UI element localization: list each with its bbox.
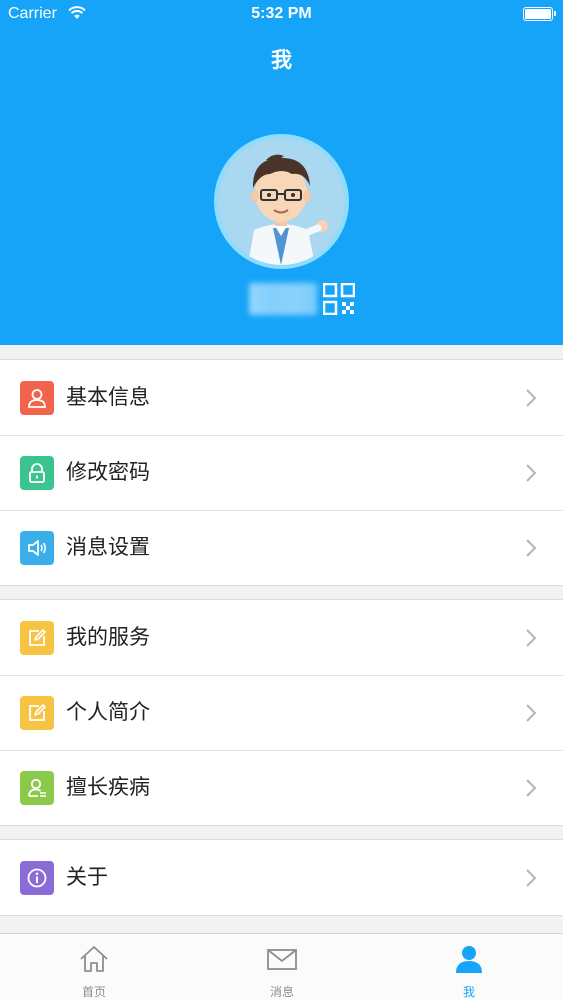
menu-group-services: 我的服务 个人简介 擅长疾病: [0, 599, 563, 826]
username-blurred: [249, 283, 317, 315]
battery-icon: [523, 7, 556, 21]
tab-bar: 首页 消息 我: [0, 933, 563, 1000]
chevron-right-icon: [526, 629, 537, 647]
tab-home[interactable]: 首页: [0, 934, 188, 1000]
menu-label: 关于: [66, 865, 108, 889]
tab-label: 我: [462, 985, 475, 999]
qr-code-icon[interactable]: [323, 283, 355, 315]
home-icon: [80, 946, 108, 972]
chevron-right-icon: [526, 389, 537, 407]
doctor-avatar-illustration: [218, 138, 345, 265]
menu-label: 擅长疾病: [66, 775, 150, 799]
chevron-right-icon: [526, 779, 537, 797]
mail-icon: [267, 949, 297, 970]
tab-me[interactable]: 我: [375, 934, 563, 1000]
chevron-right-icon: [526, 704, 537, 722]
menu-group-about: 关于: [0, 839, 563, 916]
menu-label: 基本信息: [66, 385, 150, 409]
person-icon: [456, 946, 482, 973]
page-title: 我: [271, 48, 292, 72]
menu-item-basic-info[interactable]: 基本信息: [0, 360, 563, 435]
tab-messages[interactable]: 消息: [188, 934, 376, 1000]
avatar[interactable]: [214, 134, 349, 269]
edit-icon: [20, 696, 54, 730]
chevron-right-icon: [526, 464, 537, 482]
menu-group-account: 基本信息 修改密码 消息设置: [0, 359, 563, 586]
menu-item-about[interactable]: 关于: [0, 840, 563, 915]
profile-header: Carrier 5:32 PM 我: [0, 0, 563, 345]
menu-label: 我的服务: [66, 625, 150, 649]
info-icon: [20, 861, 54, 895]
menu-item-change-password[interactable]: 修改密码: [0, 435, 563, 510]
chevron-right-icon: [526, 539, 537, 557]
edit-icon: [20, 621, 54, 655]
menu-item-profile-intro[interactable]: 个人简介: [0, 675, 563, 750]
menu-item-expertise[interactable]: 擅长疾病: [0, 750, 563, 825]
status-time: 5:32 PM: [251, 5, 312, 22]
menu-label: 修改密码: [66, 460, 150, 484]
chevron-right-icon: [526, 869, 537, 887]
user-icon: [20, 381, 54, 415]
menu-item-my-services[interactable]: 我的服务: [0, 600, 563, 675]
tab-label: 消息: [269, 985, 294, 999]
lock-icon: [20, 456, 54, 490]
menu-label: 消息设置: [66, 535, 150, 559]
tab-label: 首页: [81, 985, 106, 999]
menu-label: 个人简介: [66, 700, 150, 724]
menu-item-message-settings[interactable]: 消息设置: [0, 510, 563, 585]
status-bar: Carrier 5:32 PM: [0, 0, 563, 30]
expertise-icon: [20, 771, 54, 805]
speaker-icon: [20, 531, 54, 565]
